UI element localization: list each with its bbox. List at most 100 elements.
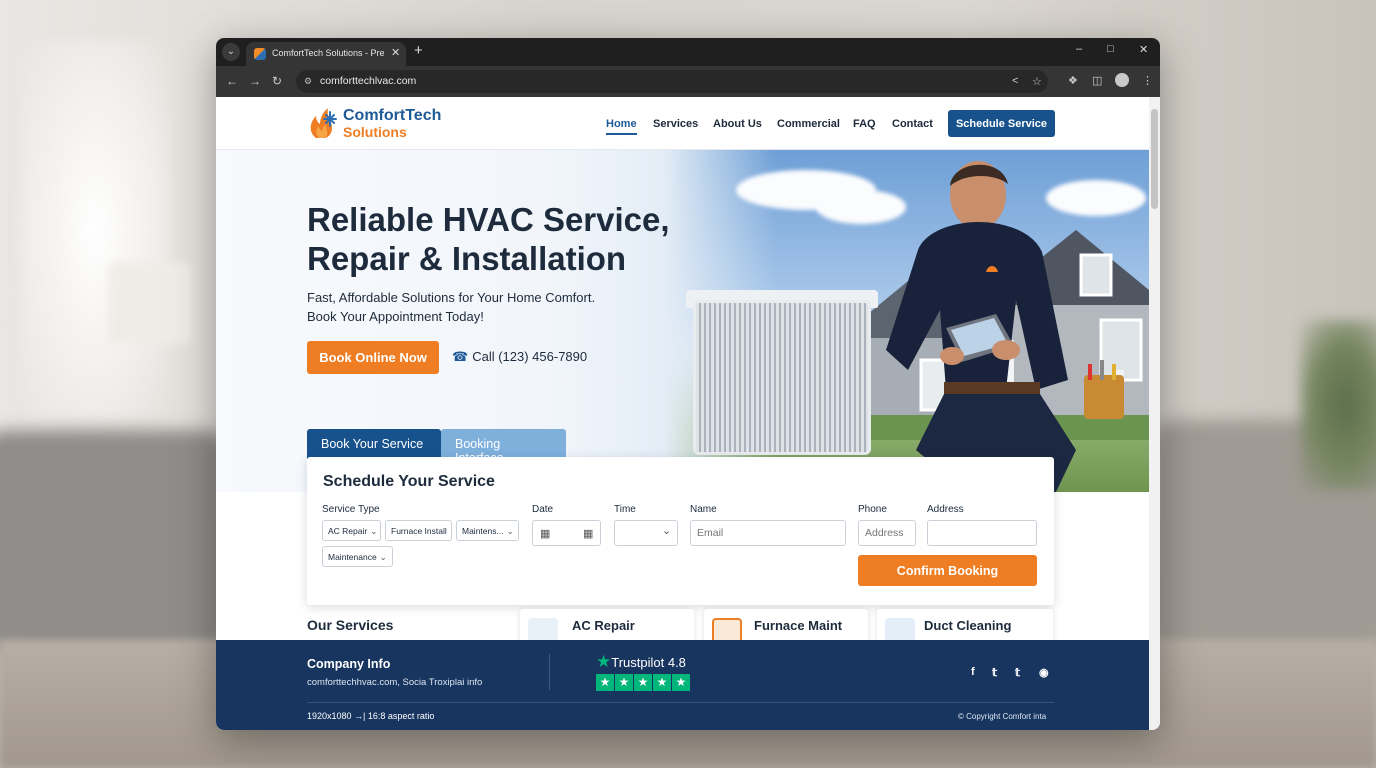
- service-option-ac-repair[interactable]: AC Repair ⌄: [322, 520, 381, 541]
- service-option-label: Maintens...: [462, 526, 504, 536]
- rating-star-icon: ★: [634, 674, 652, 691]
- reload-icon[interactable]: ↻: [272, 74, 282, 88]
- hero-subtext: Fast, Affordable Solutions for Your Home…: [307, 288, 637, 326]
- trustpilot-star-icon: ★: [596, 652, 612, 671]
- confirm-booking-button[interactable]: Confirm Booking: [858, 555, 1037, 586]
- calendar-picker-icon[interactable]: ▦: [583, 527, 593, 540]
- browser-menu-icon[interactable]: ⋮: [1142, 74, 1153, 87]
- phone-label: Phone: [858, 504, 887, 515]
- browser-window: ⌄ ComfortTech Solutions - Premier ✕ + – …: [216, 38, 1160, 730]
- copyright-text: © Copyright Comfort inta: [958, 712, 1047, 721]
- hero-subtext-line2: Book Your Appointment Today!: [307, 309, 484, 324]
- site-header: ComfortTech Solutions Home Services Abou…: [216, 97, 1149, 150]
- maximize-icon[interactable]: □: [1107, 43, 1114, 55]
- service-option-maintenance-truncated[interactable]: Maintens... ⌄: [456, 520, 519, 541]
- extensions-puzzle-icon[interactable]: ❖: [1068, 74, 1078, 87]
- hero-headline-line2: Repair & Installation: [307, 240, 627, 277]
- time-label: Time: [614, 504, 636, 515]
- chevron-down-icon: ⌄: [370, 526, 378, 536]
- tab-close-icon[interactable]: ✕: [391, 46, 400, 59]
- calendar-icon: ▦: [540, 528, 551, 540]
- logo-name-line2[interactable]: Solutions: [343, 124, 407, 140]
- favicon-icon: [254, 48, 266, 60]
- service-option-maintenance[interactable]: Maintenance ⌄: [322, 546, 393, 567]
- company-info-text: comforttechhvac.com, Socia Troxiplai inf…: [307, 677, 483, 688]
- footer-divider: [549, 654, 550, 690]
- page-viewport: ComfortTech Solutions Home Services Abou…: [216, 97, 1149, 730]
- tab-search-chevron-icon[interactable]: ⌄: [222, 43, 240, 61]
- tab-book-your-service[interactable]: Book Your Service: [307, 429, 441, 459]
- trustpilot-stars: ★ ★ ★ ★ ★: [596, 673, 691, 691]
- bookmark-star-icon[interactable]: ☆: [1032, 75, 1042, 88]
- phone-icon: ☎: [452, 349, 469, 364]
- phone-input[interactable]: [858, 520, 916, 546]
- service-type-label: Service Type: [322, 504, 380, 515]
- booking-card-title: Schedule Your Service: [323, 473, 495, 490]
- book-online-button[interactable]: Book Online Now: [307, 341, 439, 374]
- footer-rule: [307, 702, 1054, 703]
- instagram-icon[interactable]: ◉: [1039, 666, 1049, 679]
- profile-avatar-icon[interactable]: [1115, 73, 1129, 87]
- site-footer: Company Info comforttechhvac.com, Socia …: [216, 640, 1149, 730]
- twitter-icon[interactable]: 𝕥: [992, 666, 997, 679]
- rating-star-icon: ★: [596, 674, 614, 691]
- service-card-label: AC Repair: [572, 618, 635, 633]
- trustpilot-text: Trustpilot 4.8: [611, 655, 686, 670]
- new-tab-plus-icon[interactable]: +: [414, 42, 423, 59]
- background-sofa-left: [0, 430, 230, 650]
- date-label: Date: [532, 504, 554, 515]
- tab-title: ComfortTech Solutions - Premier: [272, 48, 384, 58]
- hero-subtext-line1: Fast, Affordable Solutions for Your Home…: [307, 290, 596, 305]
- service-option-label: Furnace Install: [391, 526, 447, 536]
- logo-name-line1[interactable]: ComfortTech: [343, 107, 441, 125]
- background-lamp: [108, 262, 192, 344]
- background-window-light: [20, 40, 170, 420]
- browser-tab[interactable]: ComfortTech Solutions - Premier ✕: [246, 42, 406, 66]
- browser-titlebar: ⌄ ComfortTech Solutions - Premier ✕ + – …: [216, 38, 1160, 66]
- window-close-icon[interactable]: ✕: [1139, 43, 1148, 56]
- chevron-down-icon: ⌄: [506, 526, 514, 536]
- ac-unit-image: [693, 300, 871, 455]
- nav-commercial[interactable]: Commercial: [777, 118, 840, 130]
- service-option-label: Maintenance: [328, 552, 377, 562]
- side-panel-icon[interactable]: ◫: [1092, 74, 1102, 87]
- address-label: Address: [927, 504, 964, 515]
- address-bar[interactable]: ⚙ comforttechlvac.com < ☆: [296, 70, 1048, 93]
- tab-booking-interface[interactable]: Booking Interface: [441, 429, 566, 465]
- minimize-icon[interactable]: –: [1076, 43, 1082, 55]
- logo-flame-snowflake-icon[interactable]: [306, 106, 340, 140]
- rating-star-icon: ★: [653, 674, 671, 691]
- scrollbar-thumb[interactable]: [1151, 109, 1158, 209]
- schedule-service-button[interactable]: Schedule Service: [948, 110, 1055, 137]
- nav-services[interactable]: Services: [653, 118, 698, 130]
- chevron-down-icon: ⌄: [662, 525, 672, 537]
- twitter-icon[interactable]: 𝕥: [1015, 666, 1020, 679]
- nav-contact[interactable]: Contact: [892, 118, 933, 130]
- nav-faq[interactable]: FAQ: [853, 118, 876, 130]
- chevron-down-icon: ⌄: [379, 552, 387, 562]
- service-option-furnace-install[interactable]: Furnace Install: [385, 520, 452, 541]
- call-label: Call (123) 456-7890: [472, 349, 588, 364]
- rating-star-icon: ★: [672, 674, 690, 691]
- background-plant: [1300, 320, 1376, 490]
- name-input[interactable]: [690, 520, 846, 546]
- hero-headline: Reliable HVAC Service, Repair & Installa…: [307, 200, 727, 278]
- share-icon[interactable]: <: [1012, 75, 1018, 87]
- trustpilot-label[interactable]: ★Trustpilot 4.8: [596, 652, 686, 672]
- hero-headline-line1: Reliable HVAC Service,: [307, 201, 670, 238]
- technician-image: [886, 161, 1124, 492]
- service-card-label: Furnace Maint: [754, 618, 843, 633]
- page-scrollbar[interactable]: [1149, 97, 1160, 730]
- facebook-icon[interactable]: f: [971, 666, 975, 678]
- forward-arrow-icon[interactable]: →: [249, 74, 261, 88]
- name-label: Name: [690, 504, 717, 515]
- address-input[interactable]: [927, 520, 1037, 546]
- back-arrow-icon[interactable]: ←: [226, 74, 238, 88]
- call-link[interactable]: ☎ Call (123) 456-7890: [452, 349, 587, 365]
- browser-toolbar: ← → ↻ ⚙ comforttechlvac.com < ☆ ❖ ◫ ⋮: [216, 66, 1160, 97]
- service-option-label: AC Repair: [328, 526, 368, 536]
- booking-card: Schedule Your Service Service Type AC Re…: [307, 457, 1054, 605]
- site-info-icon[interactable]: ⚙: [304, 76, 314, 86]
- nav-home[interactable]: Home: [606, 118, 637, 135]
- nav-about-us[interactable]: About Us: [713, 118, 762, 130]
